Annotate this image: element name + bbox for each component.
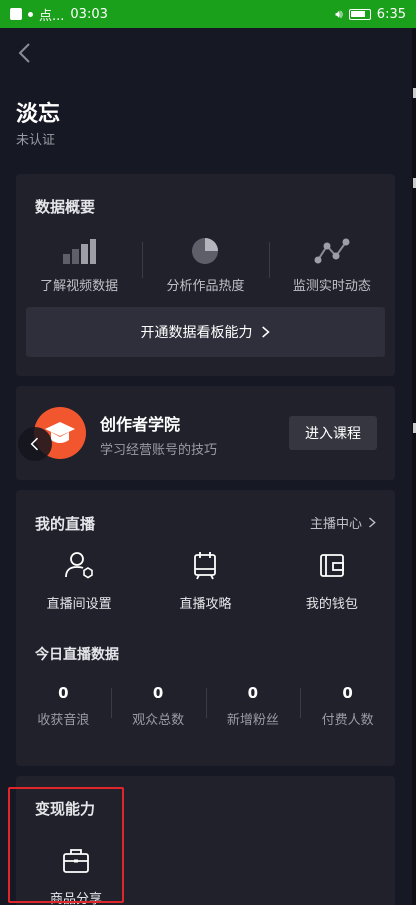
status-time-right: 6:35: [376, 6, 406, 22]
live-room-settings[interactable]: 直播间设置: [16, 550, 142, 612]
wallet-icon: [319, 554, 344, 577]
live-item-label: 直播攻略: [179, 597, 232, 612]
user-settings-icon: [65, 552, 93, 579]
tool-label: 监测实时动态: [292, 279, 371, 294]
tool-label: 分析作品热度: [166, 279, 245, 294]
anchor-center-label: 主播中心: [309, 517, 362, 532]
status-bar: 点... 03:03 🔊︎ 6:35: [0, 0, 416, 28]
my-wallet[interactable]: 我的钱包: [269, 550, 395, 612]
stat-viewers: 0 观众总数: [110, 684, 206, 728]
stat-value: 0: [342, 684, 353, 702]
stat-payers: 0 付费人数: [300, 684, 395, 728]
tool-video-data[interactable]: 了解视频数据: [16, 236, 142, 294]
back-button[interactable]: [14, 42, 36, 64]
stat-label: 收获音浪: [37, 713, 90, 728]
anchor-center-link[interactable]: 主播中心: [310, 513, 377, 532]
chevron-left-icon: [30, 437, 39, 451]
chevron-left-icon: [18, 43, 30, 63]
line-trend-icon: [314, 238, 350, 264]
enter-course-button[interactable]: 进入课程: [289, 416, 377, 450]
creator-academy-card[interactable]: 创作者学院 学习经营账号的技巧 进入课程: [16, 386, 395, 480]
battery-icon: [348, 8, 371, 20]
status-time-left: 03:03: [70, 6, 108, 22]
stat-label: 新增粉丝: [226, 713, 279, 728]
academy-desc: 学习经营账号的技巧: [100, 443, 218, 458]
stat-value: 0: [152, 684, 164, 702]
carousel-prev-button[interactable]: [18, 427, 52, 461]
data-overview-card: 数据概要 了解视频数据 分析作品热度 监测实时动态 开通数据看板能力: [16, 174, 395, 376]
verification-status: 未认证: [16, 133, 56, 148]
stat-label: 付费人数: [321, 713, 374, 728]
open-data-board-button[interactable]: 开通数据看板能力: [26, 307, 385, 357]
tool-realtime[interactable]: 监测实时动态: [268, 236, 395, 294]
live-item-label: 直播间设置: [46, 597, 112, 612]
today-live-data-title: 今日直播数据: [35, 647, 119, 663]
stat-sound-wave: 0 收获音浪: [16, 684, 111, 728]
page-title: 淡忘: [16, 102, 61, 127]
background-page-edge: [412, 28, 416, 905]
highlight-box: [8, 787, 124, 903]
tool-label: 了解视频数据: [40, 279, 119, 294]
guide-icon: [194, 552, 217, 580]
tool-work-heat[interactable]: 分析作品热度: [142, 236, 268, 294]
speaker-icon: 🔊︎: [335, 6, 343, 21]
my-live-card: 我的直播 主播中心 直播间设置 直播攻略 我的钱包 今日直播数据 0 收获音浪 …: [16, 490, 395, 766]
stat-value: 0: [58, 684, 69, 702]
open-data-board-label: 开通数据看板能力: [140, 325, 253, 341]
pie-chart-icon: [192, 238, 219, 264]
my-live-title: 我的直播: [35, 515, 96, 533]
bar-chart-icon: [63, 239, 97, 264]
status-app-label: 点...: [39, 8, 65, 24]
stat-label: 观众总数: [132, 713, 185, 728]
app-icon: [10, 8, 22, 20]
stat-new-fans: 0 新增粉丝: [205, 684, 301, 728]
notification-dot-icon: [28, 11, 33, 17]
stat-value: 0: [247, 684, 259, 702]
live-guide[interactable]: 直播攻略: [142, 550, 268, 612]
chevron-right-icon: [261, 326, 270, 338]
chevron-right-icon: [369, 517, 376, 528]
data-overview-title: 数据概要: [35, 198, 96, 216]
academy-name: 创作者学院: [100, 415, 181, 434]
live-item-label: 我的钱包: [305, 597, 358, 612]
